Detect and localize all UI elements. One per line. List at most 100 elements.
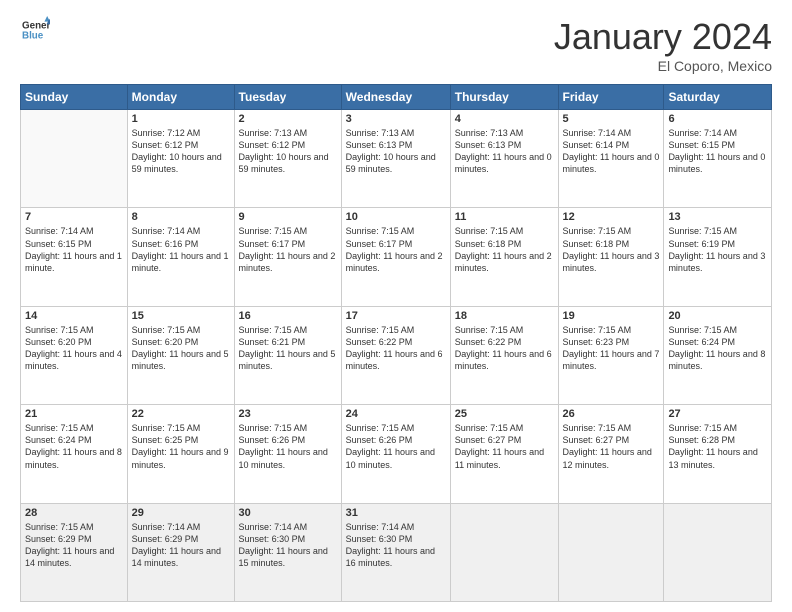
title-block: January 2024 El Coporo, Mexico [554,16,772,74]
cell-week2-day3: 10 Sunrise: 7:15 AMSunset: 6:17 PMDayligh… [341,208,450,306]
cell-info: Sunrise: 7:15 AMSunset: 6:20 PMDaylight:… [132,325,229,371]
month-title: January 2024 [554,16,772,58]
day-number: 30 [239,507,337,519]
cell-week3-day4: 18 Sunrise: 7:15 AMSunset: 6:22 PMDayligh… [450,306,558,404]
cell-info: Sunrise: 7:14 AMSunset: 6:15 PMDaylight:… [25,226,122,272]
cell-info: Sunrise: 7:12 AMSunset: 6:12 PMDaylight:… [132,128,222,174]
cell-week5-day4 [450,503,558,601]
logo: General Blue [20,16,50,44]
cell-info: Sunrise: 7:13 AMSunset: 6:13 PMDaylight:… [455,128,552,174]
cell-week1-day0 [21,110,128,208]
cell-week4-day2: 23 Sunrise: 7:15 AMSunset: 6:26 PMDayligh… [234,405,341,503]
day-number: 24 [346,408,446,420]
header-thursday: Thursday [450,85,558,110]
day-number: 9 [239,211,337,223]
day-number: 28 [25,507,123,519]
cell-week1-day4: 4 Sunrise: 7:13 AMSunset: 6:13 PMDaylight… [450,110,558,208]
cell-info: Sunrise: 7:14 AMSunset: 6:15 PMDaylight:… [668,128,765,174]
cell-week1-day1: 1Sunrise: 7:12 AMSunset: 6:12 PMDaylight… [127,110,234,208]
cell-info: Sunrise: 7:15 AMSunset: 6:27 PMDaylight:… [455,423,544,469]
cell-info: Sunrise: 7:15 AMSunset: 6:24 PMDaylight:… [668,325,765,371]
day-number: 22 [132,408,230,420]
header-tuesday: Tuesday [234,85,341,110]
day-number: 10 [346,211,446,223]
day-number: 6 [668,113,767,125]
cell-info: Sunrise: 7:15 AMSunset: 6:17 PMDaylight:… [239,226,336,272]
cell-week3-day2: 16Sunrise: 7:15 AMSunset: 6:21 PMDayligh… [234,306,341,404]
cell-info: Sunrise: 7:15 AMSunset: 6:28 PMDaylight:… [668,423,757,469]
day-number: 19 [563,310,660,322]
day-number: 20 [668,310,767,322]
cell-info: Sunrise: 7:15 AMSunset: 6:18 PMDaylight:… [563,226,660,272]
cell-info: Sunrise: 7:15 AMSunset: 6:20 PMDaylight:… [25,325,122,371]
day-number: 21 [25,408,123,420]
cell-week2-day2: 9 Sunrise: 7:15 AMSunset: 6:17 PMDaylight… [234,208,341,306]
cell-week4-day4: 25 Sunrise: 7:15 AMSunset: 6:27 PMDayligh… [450,405,558,503]
cell-info: Sunrise: 7:15 AMSunset: 6:29 PMDaylight:… [25,522,114,568]
cell-week4-day5: 26 Sunrise: 7:15 AMSunset: 6:27 PMDayligh… [558,405,664,503]
header-sunday: Sunday [21,85,128,110]
day-number: 29 [132,507,230,519]
cell-week2-day6: 13 Sunrise: 7:15 AMSunset: 6:19 PMDayligh… [664,208,772,306]
cell-info: Sunrise: 7:15 AMSunset: 6:19 PMDaylight:… [668,226,765,272]
cell-info: Sunrise: 7:14 AMSunset: 6:16 PMDaylight:… [132,226,229,272]
day-number: 26 [563,408,660,420]
cell-info: Sunrise: 7:14 AMSunset: 6:29 PMDaylight:… [132,522,221,568]
cell-info: Sunrise: 7:15 AMSunset: 6:23 PMDaylight:… [563,325,660,371]
cell-week1-day3: 3 Sunrise: 7:13 AMSunset: 6:13 PMDaylight… [341,110,450,208]
day-number: 13 [668,211,767,223]
cell-week5-day1: 29 Sunrise: 7:14 AMSunset: 6:29 PMDayligh… [127,503,234,601]
days-header-row: Sunday Monday Tuesday Wednesday Thursday… [21,85,772,110]
day-number: 5 [563,113,660,125]
cell-info: Sunrise: 7:15 AMSunset: 6:24 PMDaylight:… [25,423,122,469]
cell-info: Sunrise: 7:15 AMSunset: 6:22 PMDaylight:… [455,325,552,371]
day-number: 4 [455,113,554,125]
cell-info: Sunrise: 7:15 AMSunset: 6:26 PMDaylight:… [346,423,435,469]
cell-week4-day3: 24 Sunrise: 7:15 AMSunset: 6:26 PMDayligh… [341,405,450,503]
cell-info: Sunrise: 7:13 AMSunset: 6:12 PMDaylight:… [239,128,329,174]
cell-week2-day4: 11Sunrise: 7:15 AMSunset: 6:18 PMDayligh… [450,208,558,306]
day-number: 11 [455,211,554,223]
cell-week5-day5 [558,503,664,601]
week-row-2: 7 Sunrise: 7:14 AMSunset: 6:15 PMDaylight… [21,208,772,306]
calendar-page: General Blue January 2024 El Coporo, Mex… [0,0,792,612]
header-saturday: Saturday [664,85,772,110]
cell-week4-day6: 27 Sunrise: 7:15 AMSunset: 6:28 PMDayligh… [664,405,772,503]
day-number: 3 [346,113,446,125]
cell-week2-day0: 7 Sunrise: 7:14 AMSunset: 6:15 PMDaylight… [21,208,128,306]
day-number: 25 [455,408,554,420]
cell-week1-day5: 5 Sunrise: 7:14 AMSunset: 6:14 PMDaylight… [558,110,664,208]
header-monday: Monday [127,85,234,110]
cell-week1-day2: 2Sunrise: 7:13 AMSunset: 6:12 PMDaylight… [234,110,341,208]
day-number: 18 [455,310,554,322]
svg-text:Blue: Blue [22,30,44,41]
day-number: 31 [346,507,446,519]
cell-week1-day6: 6 Sunrise: 7:14 AMSunset: 6:15 PMDaylight… [664,110,772,208]
day-number: 12 [563,211,660,223]
cell-week4-day1: 22Sunrise: 7:15 AMSunset: 6:25 PMDayligh… [127,405,234,503]
cell-info: Sunrise: 7:14 AMSunset: 6:14 PMDaylight:… [563,128,660,174]
cell-week2-day5: 12 Sunrise: 7:15 AMSunset: 6:18 PMDayligh… [558,208,664,306]
cell-info: Sunrise: 7:13 AMSunset: 6:13 PMDaylight:… [346,128,436,174]
cell-week3-day1: 15Sunrise: 7:15 AMSunset: 6:20 PMDayligh… [127,306,234,404]
calendar-table: Sunday Monday Tuesday Wednesday Thursday… [20,84,772,602]
cell-week3-day6: 20 Sunrise: 7:15 AMSunset: 6:24 PMDayligh… [664,306,772,404]
cell-week3-day0: 14Sunrise: 7:15 AMSunset: 6:20 PMDayligh… [21,306,128,404]
logo-icon: General Blue [22,16,50,44]
week-row-1: 1Sunrise: 7:12 AMSunset: 6:12 PMDaylight… [21,110,772,208]
cell-week3-day3: 17Sunrise: 7:15 AMSunset: 6:22 PMDayligh… [341,306,450,404]
week-row-4: 21 Sunrise: 7:15 AMSunset: 6:24 PMDayligh… [21,405,772,503]
week-row-5: 28 Sunrise: 7:15 AMSunset: 6:29 PMDayligh… [21,503,772,601]
cell-week5-day6 [664,503,772,601]
cell-info: Sunrise: 7:15 AMSunset: 6:22 PMDaylight:… [346,325,443,371]
day-number: 7 [25,211,123,223]
day-number: 27 [668,408,767,420]
day-number: 23 [239,408,337,420]
day-number: 8 [132,211,230,223]
cell-week5-day3: 31Sunrise: 7:14 AMSunset: 6:30 PMDayligh… [341,503,450,601]
cell-info: Sunrise: 7:15 AMSunset: 6:27 PMDaylight:… [563,423,652,469]
cell-info: Sunrise: 7:15 AMSunset: 6:26 PMDaylight:… [239,423,328,469]
cell-info: Sunrise: 7:15 AMSunset: 6:17 PMDaylight:… [346,226,443,272]
cell-week5-day2: 30Sunrise: 7:14 AMSunset: 6:30 PMDayligh… [234,503,341,601]
cell-week4-day0: 21 Sunrise: 7:15 AMSunset: 6:24 PMDayligh… [21,405,128,503]
